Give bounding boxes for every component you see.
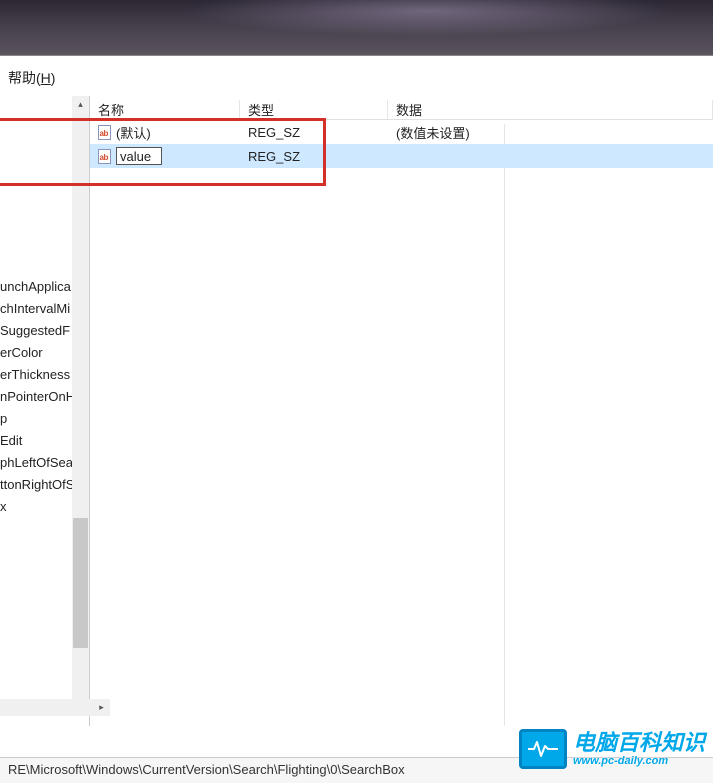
menu-help[interactable]: 帮助(H) xyxy=(8,70,55,86)
table-row[interactable]: ab value REG_SZ xyxy=(90,144,713,168)
tree-vertical-scrollbar[interactable]: ▴ xyxy=(72,96,89,706)
cell-data: (数值未设置) xyxy=(388,123,713,142)
reg-sz-icon: ab xyxy=(96,124,112,140)
name-edit-input[interactable]: value xyxy=(116,147,162,165)
column-header-data[interactable]: 数据 xyxy=(388,100,713,119)
rows-container: ab (默认) REG_SZ (数值未设置) ab value REG_SZ xyxy=(90,120,713,168)
cell-type: REG_SZ xyxy=(240,149,388,164)
tree-pane[interactable]: unchApplica chIntervalMi SuggestedF erCo… xyxy=(0,96,90,726)
statusbar-path: RE\Microsoft\Windows\CurrentVersion\Sear… xyxy=(8,762,405,777)
window-header-bg xyxy=(0,0,713,56)
statusbar: RE\Microsoft\Windows\CurrentVersion\Sear… xyxy=(0,757,713,783)
column-header-type[interactable]: 类型 xyxy=(240,100,388,119)
cell-type: REG_SZ xyxy=(240,125,388,140)
table-row[interactable]: ab (默认) REG_SZ (数值未设置) xyxy=(90,120,713,144)
reg-sz-icon: ab xyxy=(96,148,112,164)
column-header-name[interactable]: 名称 xyxy=(90,100,240,119)
list-pane[interactable]: 名称 类型 数据 ab (默认) REG_SZ (数值未设置) ab value… xyxy=(90,96,713,726)
cell-name: (默认) xyxy=(116,123,151,142)
menubar: 帮助(H) xyxy=(0,56,713,96)
tree-horizontal-scrollbar[interactable]: ▸ xyxy=(0,699,110,716)
scroll-up-icon[interactable]: ▴ xyxy=(72,96,89,113)
scroll-thumb[interactable] xyxy=(73,518,88,648)
column-headers: 名称 类型 数据 xyxy=(90,96,713,120)
column-divider xyxy=(504,124,505,726)
content-area: unchApplica chIntervalMi SuggestedF erCo… xyxy=(0,96,713,726)
scroll-right-icon[interactable]: ▸ xyxy=(93,699,110,716)
